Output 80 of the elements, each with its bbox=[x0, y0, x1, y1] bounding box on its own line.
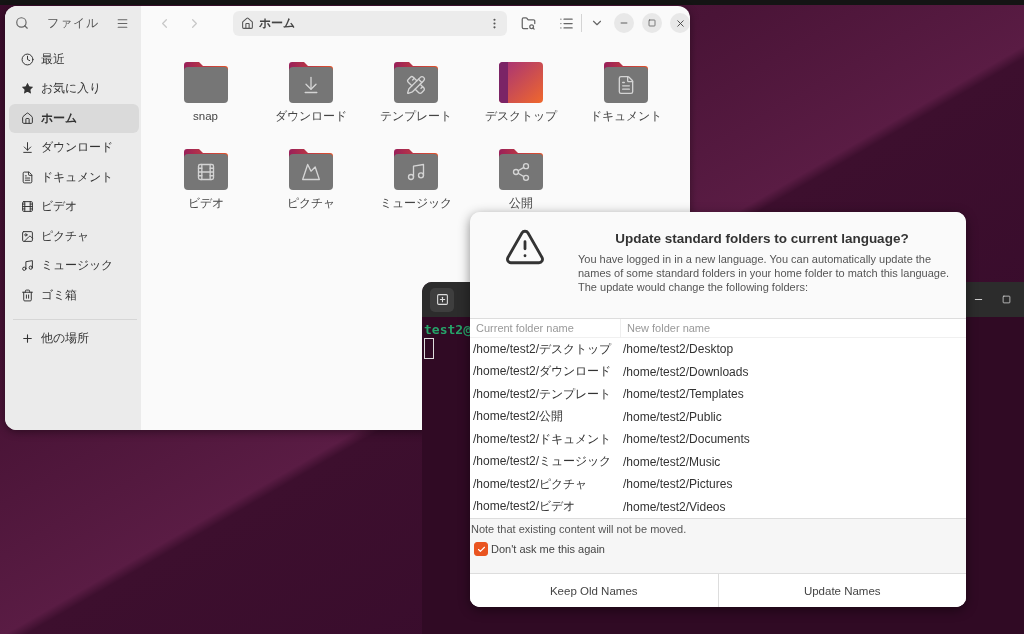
folder-item[interactable]: ビデオ bbox=[153, 148, 258, 210]
sidebar-item[interactable]: ホーム bbox=[9, 103, 139, 133]
column-header: New folder name bbox=[620, 319, 966, 338]
share-icon bbox=[513, 163, 528, 181]
note-text: Note that existing content will not be moved. bbox=[470, 522, 688, 535]
checkbox[interactable] bbox=[474, 542, 488, 556]
new-tab-button[interactable] bbox=[430, 287, 454, 312]
plus-icon bbox=[21, 332, 34, 346]
folder-item[interactable]: テンプレート bbox=[363, 61, 468, 123]
table-cell-text: /home/test2/Music bbox=[622, 453, 722, 471]
column-header: Current folder name bbox=[470, 319, 620, 338]
table-cell-text: /home/test2/ミュージック bbox=[472, 453, 613, 471]
folder-icon bbox=[498, 61, 543, 103]
maximize-button[interactable] bbox=[642, 13, 662, 33]
table-cell-text: /home/test2/Downloads bbox=[622, 363, 750, 381]
folder-item[interactable]: ドキュメント bbox=[573, 61, 678, 123]
clock-icon bbox=[21, 52, 34, 66]
table-cell-text: /home/test2/デスクトップ bbox=[472, 340, 613, 358]
dialog-message: You have logged in in a new language. You can automatically update the names of some standard folders in your home folder to match this language. The update would change the following folders: bbox=[578, 252, 951, 294]
menu-icon[interactable] bbox=[116, 16, 129, 30]
table-cell-text: /home/test2/Pictures bbox=[622, 476, 734, 494]
folder-item[interactable]: デスクトップ bbox=[468, 61, 573, 123]
download-icon bbox=[21, 141, 34, 155]
table-cell-text: /home/test2/ダウンロード bbox=[472, 363, 613, 381]
document-icon bbox=[21, 170, 34, 184]
maximize-icon bbox=[1001, 295, 1011, 304]
terminal-cursor bbox=[424, 338, 434, 359]
folder-item[interactable]: ダウンロード bbox=[258, 61, 363, 123]
table-cell-text: /home/test2/テンプレート bbox=[472, 385, 613, 403]
table-cell-text: /home/test2/公開 bbox=[472, 408, 565, 426]
terminal-prompt: test2@ bbox=[424, 322, 471, 337]
table-cell-text: /home/test2/ピクチャ bbox=[472, 475, 589, 493]
sidebar-item[interactable]: ダウンロード bbox=[9, 133, 139, 163]
checkbox-label: Don't ask me this again bbox=[491, 543, 605, 555]
minimize-button[interactable] bbox=[614, 13, 634, 33]
folder-item[interactable]: ピクチャ bbox=[258, 148, 363, 210]
table-cell-text: /home/test2/ドキュメント bbox=[472, 430, 613, 448]
home-icon bbox=[21, 111, 34, 125]
dialog-button[interactable]: Update Names bbox=[717, 574, 966, 607]
image-icon bbox=[21, 229, 34, 243]
pencil-ruler-icon bbox=[407, 76, 424, 94]
sidebar-item[interactable]: ピクチャ bbox=[9, 221, 139, 251]
app-title: ファイル bbox=[46, 14, 99, 32]
sidebar-item[interactable]: ビデオ bbox=[9, 192, 139, 222]
sidebar-item[interactable]: ドキュメント bbox=[9, 162, 139, 192]
list-icon bbox=[558, 15, 574, 31]
table-cell-text: /home/test2/ビデオ bbox=[472, 498, 577, 516]
table-cell-text: /home/test2/Templates bbox=[622, 386, 745, 404]
sidebar-item[interactable]: 他の場所 bbox=[9, 324, 139, 354]
sidebar-item[interactable]: 最近 bbox=[9, 44, 139, 74]
folder-item[interactable]: ミュージック bbox=[363, 148, 468, 210]
folder-icon bbox=[183, 61, 228, 103]
mountain-icon bbox=[302, 164, 319, 180]
dialog-title: Update standard folders to current language? bbox=[614, 231, 910, 246]
home-icon bbox=[241, 16, 254, 30]
star-icon bbox=[21, 82, 34, 96]
close-button[interactable] bbox=[670, 13, 690, 33]
table-cell-text: /home/test2/Desktop bbox=[622, 341, 735, 359]
sidebar-item[interactable]: ミュージック bbox=[9, 251, 139, 281]
new-tab-icon bbox=[435, 293, 449, 306]
path-bar[interactable]: ホーム bbox=[233, 10, 507, 36]
folder-search-icon bbox=[520, 15, 536, 31]
folder-item[interactable]: 公開 bbox=[468, 148, 573, 210]
table-cell-text: /home/test2/Public bbox=[622, 408, 723, 426]
sidebar-item[interactable]: ゴミ箱 bbox=[9, 280, 139, 310]
film-icon bbox=[21, 200, 34, 214]
close-icon bbox=[674, 17, 686, 29]
search-icon[interactable] bbox=[15, 16, 29, 30]
music-note-icon bbox=[408, 164, 423, 180]
check-icon bbox=[476, 544, 486, 554]
folder-item[interactable]: snap bbox=[153, 61, 258, 123]
download-icon bbox=[304, 77, 317, 93]
maximize-icon bbox=[648, 19, 656, 27]
trash-icon bbox=[21, 288, 34, 302]
document-icon bbox=[618, 76, 633, 94]
sidebar-item[interactable]: お気に入り bbox=[9, 74, 139, 104]
table-cell-text: /home/test2/Documents bbox=[622, 431, 751, 449]
film-icon bbox=[198, 164, 213, 180]
table-cell-text: /home/test2/Videos bbox=[622, 498, 727, 516]
music-note-icon bbox=[21, 259, 34, 273]
